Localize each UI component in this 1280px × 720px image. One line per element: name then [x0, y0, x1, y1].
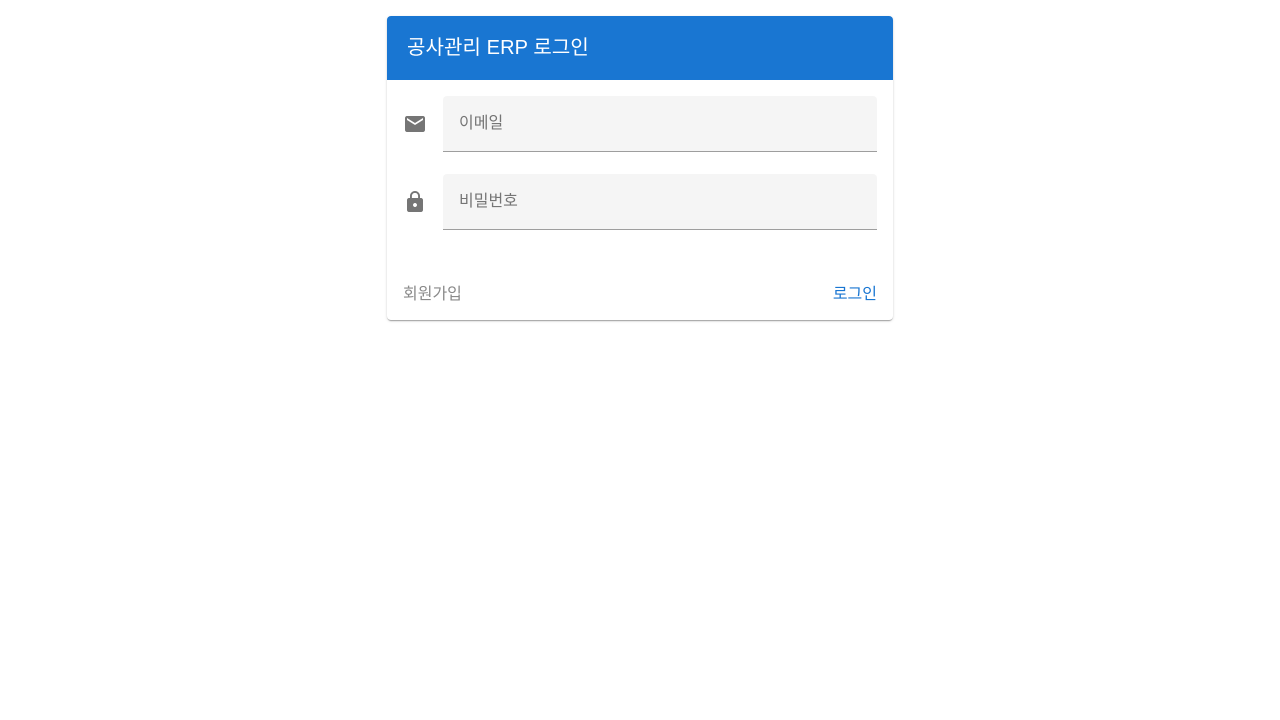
password-input[interactable]: [443, 174, 877, 229]
login-card: 공사관리 ERP 로그인 회원가입 로그인: [387, 16, 893, 320]
email-row: [403, 96, 877, 152]
email-input[interactable]: [443, 96, 877, 151]
login-button[interactable]: 로그인: [833, 278, 877, 312]
card-actions: 회원가입 로그인: [387, 278, 893, 312]
email-field-container: [443, 96, 877, 152]
lock-icon: [403, 190, 427, 214]
password-field-container: [443, 174, 877, 230]
mail-icon: [403, 112, 427, 136]
card-title: 공사관리 ERP 로그인: [387, 16, 893, 80]
password-row: [403, 174, 877, 230]
signup-button[interactable]: 회원가입: [403, 278, 462, 312]
